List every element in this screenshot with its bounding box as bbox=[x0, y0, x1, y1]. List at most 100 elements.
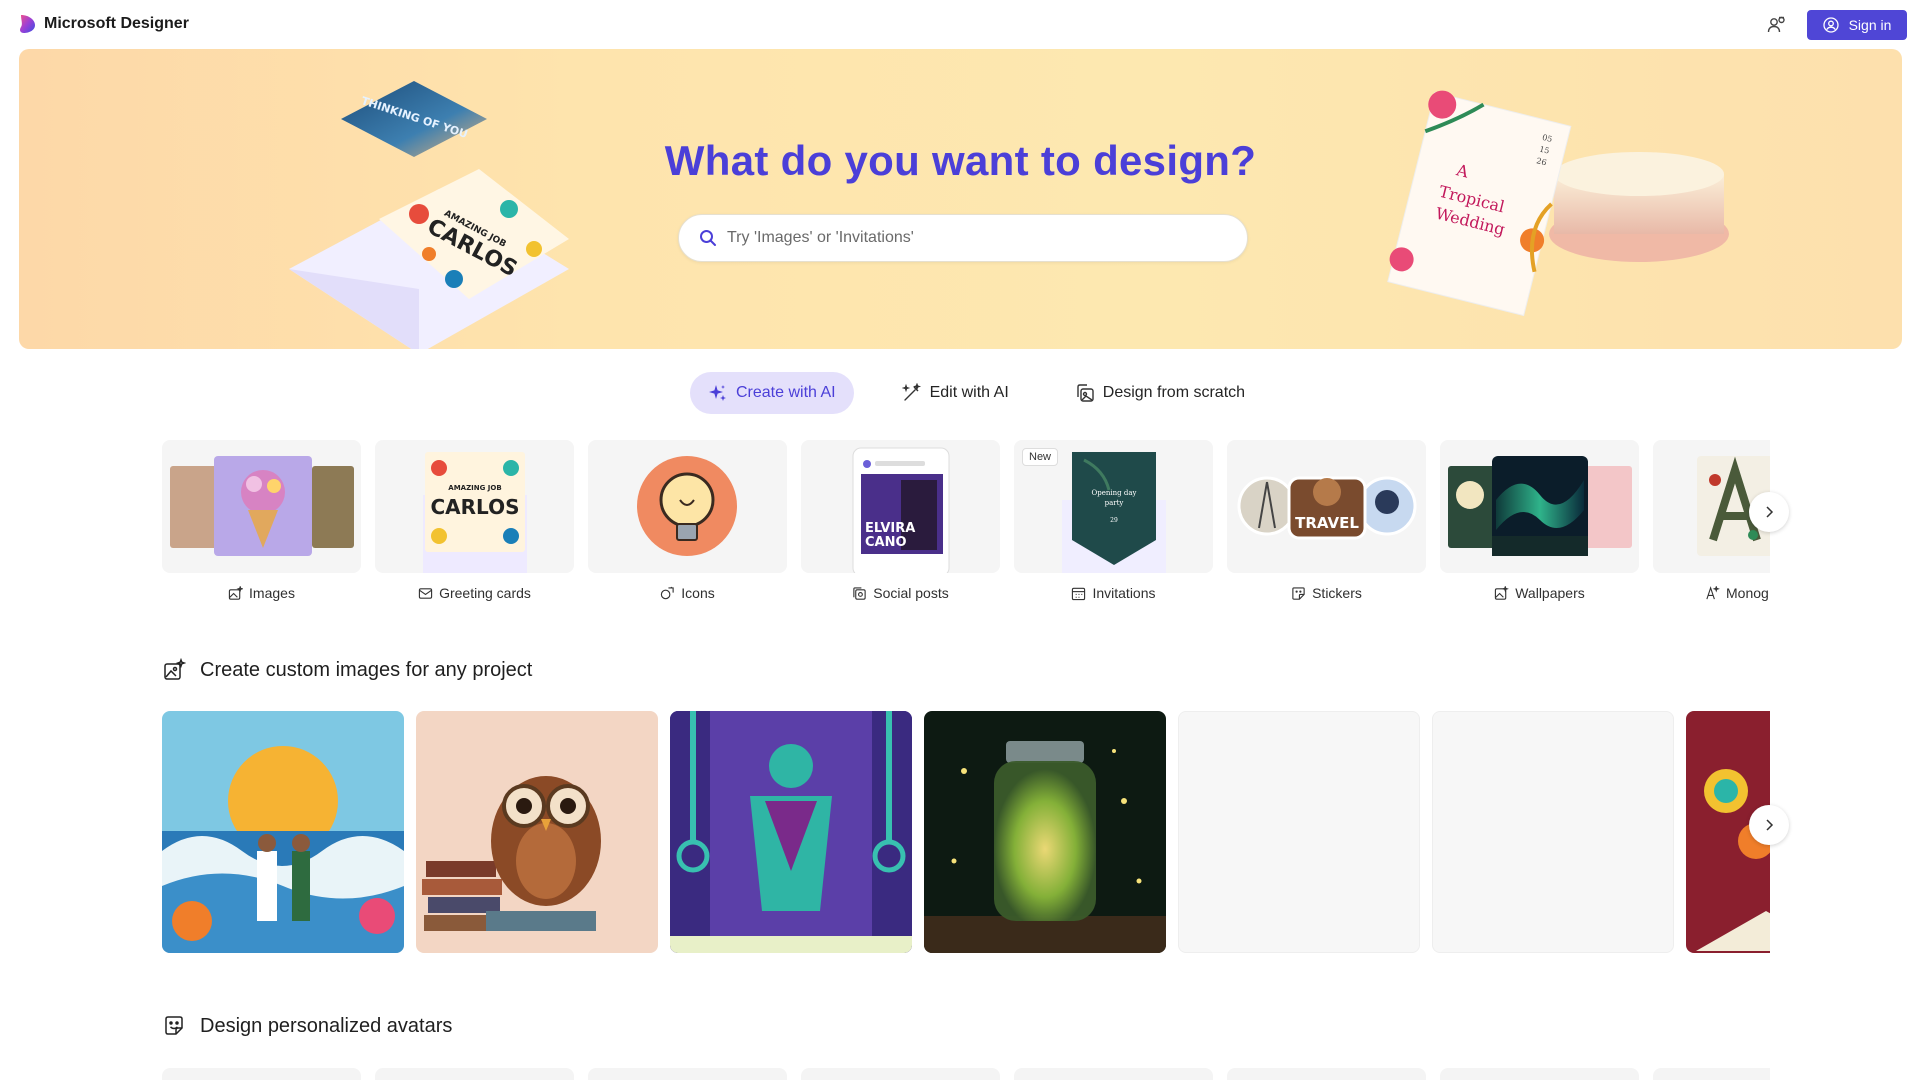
invite-party-text: party bbox=[1105, 499, 1124, 507]
search-box[interactable] bbox=[678, 214, 1248, 262]
category-greeting-cards[interactable]: AMAZING JOB CARLOS Greeting cards bbox=[375, 440, 574, 601]
search-input[interactable] bbox=[727, 229, 1207, 247]
category-stickers-label: Stickers bbox=[1312, 585, 1362, 601]
social-cano-text: CANO bbox=[865, 535, 907, 550]
category-social-posts-thumbnail[interactable]: ELVIRA CANO bbox=[801, 440, 1000, 573]
category-wallpapers-thumbnail[interactable] bbox=[1440, 440, 1639, 573]
brand-link[interactable]: Microsoft Designer bbox=[18, 14, 189, 34]
category-icons-label: Icons bbox=[681, 585, 715, 601]
category-stickers[interactable]: TRAVEL Stickers bbox=[1227, 440, 1426, 601]
avatars-heading: Design personalized avatars bbox=[162, 1014, 452, 1038]
wedding-beach-art bbox=[162, 711, 404, 953]
category-images-label: Images bbox=[249, 585, 295, 601]
design-icon bbox=[1077, 384, 1094, 402]
social-posts-thumbnail-art: ELVIRA CANO bbox=[852, 447, 950, 573]
category-social-posts[interactable]: ELVIRA CANO Social posts bbox=[801, 440, 1000, 601]
image-tile-gymnast[interactable] bbox=[670, 711, 912, 953]
sign-in-button[interactable]: Sign in bbox=[1807, 10, 1907, 40]
category-next-button[interactable] bbox=[1749, 492, 1789, 532]
image-sparkle-icon bbox=[228, 585, 244, 600]
share-feedback-button[interactable] bbox=[1764, 12, 1790, 38]
stickers-thumbnail-art: TRAVEL bbox=[1237, 476, 1417, 540]
people-share-icon bbox=[1767, 16, 1785, 33]
avatar-tile-placeholder bbox=[1227, 1068, 1426, 1080]
category-invitations[interactable]: Opening day party 29 New Invitations bbox=[1014, 440, 1213, 601]
avatar-tile-placeholder bbox=[162, 1068, 361, 1080]
icons-thumbnail-art bbox=[637, 456, 737, 556]
avatar-sticker-icon bbox=[165, 1016, 183, 1035]
hero-banner: THINKING OF YOU AMAZING JOB CARLOS A Tro… bbox=[19, 49, 1902, 349]
gymnast-art bbox=[670, 711, 912, 953]
image-tile-placeholder bbox=[1432, 711, 1674, 953]
sparkle-icon bbox=[709, 385, 726, 401]
category-monograms-label: Monog bbox=[1726, 585, 1769, 601]
category-icons[interactable]: Icons bbox=[588, 440, 787, 601]
category-greeting-cards-label: Greeting cards bbox=[439, 585, 531, 601]
category-wallpapers-label-row: Wallpapers bbox=[1440, 585, 1639, 601]
tab-design-from-scratch-label: Design from scratch bbox=[1102, 384, 1246, 401]
social-post-icon bbox=[853, 586, 866, 600]
category-wallpapers-label: Wallpapers bbox=[1515, 585, 1585, 601]
avatars-heading-text: Design personalized avatars bbox=[200, 1014, 453, 1037]
greeting-carlos-text: CARLOS bbox=[431, 495, 520, 519]
category-social-posts-label: Social posts bbox=[873, 585, 949, 601]
avatar-tile-placeholder bbox=[375, 1068, 574, 1080]
invite-date-text: 29 bbox=[1110, 517, 1118, 524]
image-tile-owl-books[interactable] bbox=[416, 711, 658, 953]
calendar-icon bbox=[1072, 587, 1086, 600]
tab-design-from-scratch[interactable]: Design from scratch bbox=[1057, 372, 1263, 414]
avatars-carousel bbox=[162, 1068, 1770, 1080]
mode-tabs: Create with AI Edit with AI Design from … bbox=[690, 372, 1263, 414]
monogram-icon bbox=[1706, 585, 1720, 599]
wallpapers-thumbnail-art bbox=[1448, 456, 1632, 556]
avatar-tile-placeholder bbox=[588, 1068, 787, 1080]
category-carousel: Images AMAZING JOB CARLOS Greeting cards… bbox=[162, 440, 1770, 615]
greeting-amazing-job-text: AMAZING JOB bbox=[448, 484, 501, 492]
new-badge: New bbox=[1022, 448, 1059, 466]
account-icon bbox=[1822, 17, 1839, 33]
search-icon bbox=[700, 230, 716, 246]
category-images-label-row: Images bbox=[162, 585, 361, 601]
hero-title: What do you want to design? bbox=[664, 137, 1257, 184]
tropical-wedding-image: A Tropical Wedding 05 15 26 bbox=[1387, 90, 1729, 317]
owl-books-art bbox=[416, 711, 658, 953]
category-invitations-label: Invitations bbox=[1092, 585, 1156, 601]
image-tile-wedding-beach[interactable] bbox=[162, 711, 404, 953]
firefly-jar-art bbox=[924, 711, 1166, 953]
category-stickers-label-row: Stickers bbox=[1227, 585, 1426, 601]
image-sparkle-icon bbox=[164, 658, 186, 680]
sign-in-label: Sign in bbox=[1848, 17, 1892, 33]
tab-create-with-ai-label: Create with AI bbox=[736, 384, 836, 401]
category-wallpapers[interactable]: Wallpapers bbox=[1440, 440, 1639, 601]
avatar-tile-placeholder bbox=[1653, 1068, 1770, 1080]
wallpaper-icon bbox=[1495, 585, 1510, 600]
greeting-cards-thumbnail-art: AMAZING JOB CARLOS bbox=[423, 452, 527, 573]
icon-shapes-icon bbox=[661, 586, 674, 599]
category-icons-thumbnail[interactable] bbox=[588, 440, 787, 573]
tab-edit-with-ai[interactable]: Edit with AI bbox=[884, 372, 1027, 414]
category-greeting-cards-thumbnail[interactable]: AMAZING JOB CARLOS bbox=[375, 440, 574, 573]
tab-edit-with-ai-label: Edit with AI bbox=[929, 384, 1009, 401]
avatar-tile-placeholder bbox=[801, 1068, 1000, 1080]
image-tile-firefly-jar[interactable] bbox=[924, 711, 1166, 953]
chevron-right-icon bbox=[1766, 506, 1774, 518]
category-invitations-label-row: Invitations bbox=[1014, 585, 1213, 601]
category-images-thumbnail[interactable] bbox=[162, 440, 361, 573]
category-icons-label-row: Icons bbox=[588, 585, 787, 601]
invite-opening-text: Opening day bbox=[1092, 489, 1137, 497]
custom-images-heading: Create custom images for any project bbox=[162, 658, 532, 682]
category-stickers-thumbnail[interactable]: TRAVEL bbox=[1227, 440, 1426, 573]
category-invitations-thumbnail[interactable]: Opening day party 29 New bbox=[1014, 440, 1213, 573]
app-name: Microsoft Designer bbox=[44, 15, 189, 32]
avatar-tile-placeholder bbox=[1440, 1068, 1639, 1080]
chevron-right-icon bbox=[1766, 819, 1774, 831]
image-tile-placeholder bbox=[1178, 711, 1420, 953]
category-images[interactable]: Images bbox=[162, 440, 361, 601]
tab-create-with-ai[interactable]: Create with AI bbox=[690, 372, 854, 414]
sticker-icon bbox=[1292, 586, 1305, 600]
category-monograms-label-row: Monog bbox=[1653, 585, 1770, 601]
images-thumbnail-art bbox=[170, 456, 354, 556]
social-elvira-text: ELVIRA bbox=[865, 521, 915, 536]
envelope-icon bbox=[418, 587, 433, 599]
images-next-button[interactable] bbox=[1749, 805, 1789, 845]
